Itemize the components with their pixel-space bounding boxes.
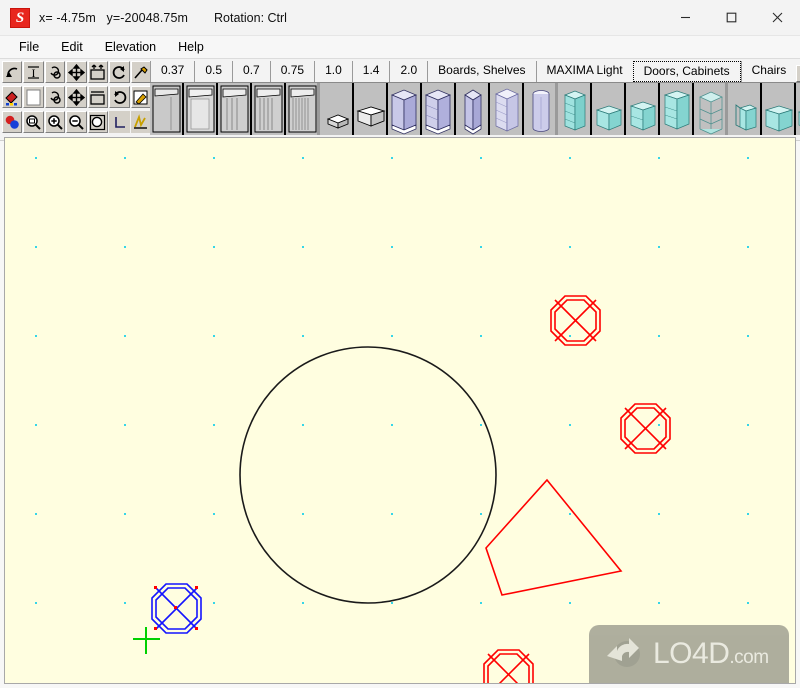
palette-item-glass-cabinet-2[interactable]: [422, 83, 456, 135]
tab-strip: 0.37 0.5 0.7 0.75 1.0 1.4 2.0 Boards, Sh…: [150, 61, 800, 82]
maximize-button[interactable]: [708, 0, 754, 35]
text-height-icon[interactable]: I: [23, 61, 44, 83]
palette-item-cyan-cabinet-5[interactable]: [762, 83, 796, 135]
watermark-text: LO4D.com: [653, 637, 769, 670]
palette-item-cyan-cabinet-open[interactable]: [728, 83, 762, 135]
zoom-out-icon[interactable]: [66, 111, 87, 133]
mirror-icon[interactable]: [87, 61, 109, 83]
menu-item-file[interactable]: File: [8, 38, 50, 56]
octagon-object-2[interactable]: [620, 403, 671, 454]
palette-item-glass-cabinet-5[interactable]: [524, 83, 558, 135]
toolbar-row-1: I: [2, 61, 152, 85]
palette-item-door-3[interactable]: [218, 83, 252, 135]
palette-item-cyan-cabinet-2[interactable]: [592, 83, 626, 135]
palette-item-glass-cabinet-3[interactable]: [456, 83, 490, 135]
palette-area: 0.37 0.5 0.7 0.75 1.0 1.4 2.0 Boards, Sh…: [150, 61, 800, 137]
tab-0-7[interactable]: 0.7: [232, 61, 270, 82]
move-copy-icon[interactable]: [66, 86, 87, 108]
tab-1-4[interactable]: 1.4: [351, 61, 390, 82]
canvas-svg[interactable]: [5, 138, 795, 683]
refresh-circle-icon: [607, 638, 640, 667]
grid-dots: [35, 157, 749, 604]
scroll-left-icon[interactable]: [796, 65, 800, 82]
tab-1-0[interactable]: 1.0: [314, 61, 352, 82]
application-window: S x= -4.75m y=-20048.75m Rotation: Ctrl …: [0, 0, 800, 688]
menu-item-edit[interactable]: Edit: [50, 38, 94, 56]
rotate-cw-icon[interactable]: [109, 86, 130, 108]
tab-boards-shelves[interactable]: Boards, Shelves: [427, 61, 536, 82]
eyedropper-icon[interactable]: [130, 61, 151, 83]
zoom-in-icon[interactable]: [44, 111, 66, 133]
window-controls: [662, 0, 800, 35]
palette-item-cyan-cabinet-4[interactable]: [660, 83, 694, 135]
rotate-ccw-icon[interactable]: [109, 61, 130, 83]
palette-item-cyan-cabinet-3[interactable]: [626, 83, 660, 135]
tab-2-0[interactable]: 2.0: [389, 61, 428, 82]
palette-item-cyan-cabinet-6[interactable]: [796, 83, 800, 135]
undo-arrow-icon[interactable]: [2, 61, 23, 83]
thumbnail-palette: [150, 82, 800, 135]
palette-item-door-5[interactable]: [286, 83, 320, 135]
palette-item-door-4[interactable]: [252, 83, 286, 135]
palette-item-drawer-1[interactable]: [320, 83, 354, 135]
paint-bucket-icon[interactable]: [2, 86, 23, 108]
corner-snap-icon[interactable]: [109, 111, 130, 133]
app-icon: S: [10, 7, 30, 28]
crosshair-cursor: [133, 627, 160, 654]
palette-item-cyan-cabinet-1[interactable]: [558, 83, 592, 135]
palette-item-cyan-shelf-unit[interactable]: [694, 83, 728, 135]
menu-item-help[interactable]: Help: [167, 38, 215, 56]
title-bar: S x= -4.75m y=-20048.75m Rotation: Ctrl: [0, 0, 800, 36]
move-object-icon[interactable]: [66, 61, 87, 83]
toolbar-area: I 0.37 0.5 0.7 0.75 1.0 1.4 2.0 Boards, …: [0, 59, 800, 141]
rotate-object-icon[interactable]: [44, 61, 66, 83]
menu-item-elevation[interactable]: Elevation: [94, 38, 167, 56]
tab-0-5[interactable]: 0.5: [194, 61, 233, 82]
palette-item-glass-cabinet-4[interactable]: [490, 83, 524, 135]
rotate-copy-icon[interactable]: [44, 86, 66, 108]
rotation-status: Rotation: Ctrl: [214, 10, 287, 25]
watermark: LO4D.com: [589, 625, 789, 683]
erase-icon[interactable]: [130, 86, 151, 108]
octagon-object-3[interactable]: [483, 649, 534, 683]
palette-item-glass-cabinet-1[interactable]: [388, 83, 422, 135]
menu-bar: File Edit Elevation Help: [0, 36, 800, 59]
mirror-copy-icon[interactable]: [87, 86, 109, 108]
polygon-object[interactable]: [485, 478, 623, 596]
tab-0-75[interactable]: 0.75: [269, 61, 315, 82]
minimize-button[interactable]: [662, 0, 708, 35]
tab-chairs[interactable]: Chairs: [740, 61, 797, 82]
measure-icon[interactable]: [130, 111, 151, 133]
drawing-canvas[interactable]: LO4D.com: [4, 137, 796, 684]
circle-object[interactable]: [239, 346, 497, 604]
coordinate-readout: x= -4.75m y=-20048.75m: [39, 10, 189, 25]
left-toolbar: I: [2, 61, 152, 135]
toolbar-row-3: [2, 111, 152, 135]
close-button[interactable]: [754, 0, 800, 35]
blank-page-icon[interactable]: [23, 86, 44, 108]
tab-0-37[interactable]: 0.37: [150, 61, 195, 82]
octagon-object-1[interactable]: [550, 295, 601, 346]
zoom-window-icon[interactable]: [87, 111, 109, 133]
zoom-previous-icon[interactable]: [23, 111, 44, 133]
tab-maxima-light[interactable]: MAXIMA Light: [535, 61, 633, 82]
palette-item-door-2[interactable]: [184, 83, 218, 135]
palette-item-door-1[interactable]: [150, 83, 184, 135]
toolbar-row-2: [2, 86, 152, 110]
render-3d-icon[interactable]: [2, 111, 23, 133]
palette-item-drawer-2[interactable]: [354, 83, 388, 135]
tab-doors-cabinets[interactable]: Doors, Cabinets: [632, 61, 741, 82]
tab-scroll-controls: [796, 65, 800, 82]
